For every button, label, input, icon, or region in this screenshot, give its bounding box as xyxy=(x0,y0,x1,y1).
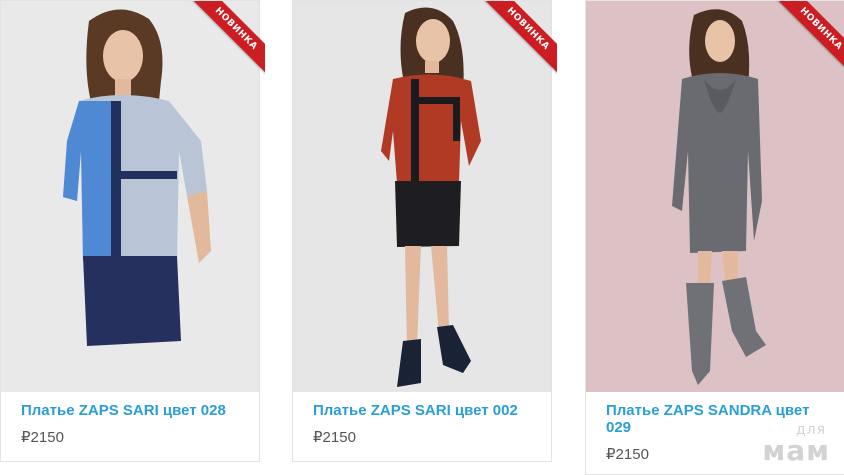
product-price: ₽2150 xyxy=(313,429,356,446)
product-info: Платье ZAPS SARI цвет 002 ₽2150 xyxy=(293,392,551,446)
product-card[interactable]: НОВИНКА Платье ZAPS SARI цвет 028 ₽2150 xyxy=(0,0,265,462)
product-title-link[interactable]: Платье ZAPS SARI цвет 028 xyxy=(21,402,239,419)
watermark-line2: мам xyxy=(762,434,830,467)
new-badge: НОВИНКА xyxy=(776,1,844,75)
new-badge-label: НОВИНКА xyxy=(191,1,265,75)
product-title-link[interactable]: Платье ZAPS SARI цвет 002 xyxy=(313,402,531,419)
new-badge: НОВИНКА xyxy=(483,1,557,75)
new-badge: НОВИНКА xyxy=(191,1,265,75)
product-card[interactable]: НОВИНКА Платье ZAPS SARI цвет 002 ₽2150 xyxy=(292,0,557,462)
product-price: ₽2150 xyxy=(21,429,64,446)
new-badge-label: НОВИНКА xyxy=(776,1,844,75)
site-watermark: для мам xyxy=(762,423,830,465)
product-info: Платье ZAPS SARI цвет 028 ₽2150 xyxy=(1,392,259,446)
product-card[interactable]: НОВИНКА Платье ZAPS SANDRA цвет 029 ₽215… xyxy=(585,0,844,475)
new-badge-label: НОВИНКА xyxy=(483,1,557,75)
